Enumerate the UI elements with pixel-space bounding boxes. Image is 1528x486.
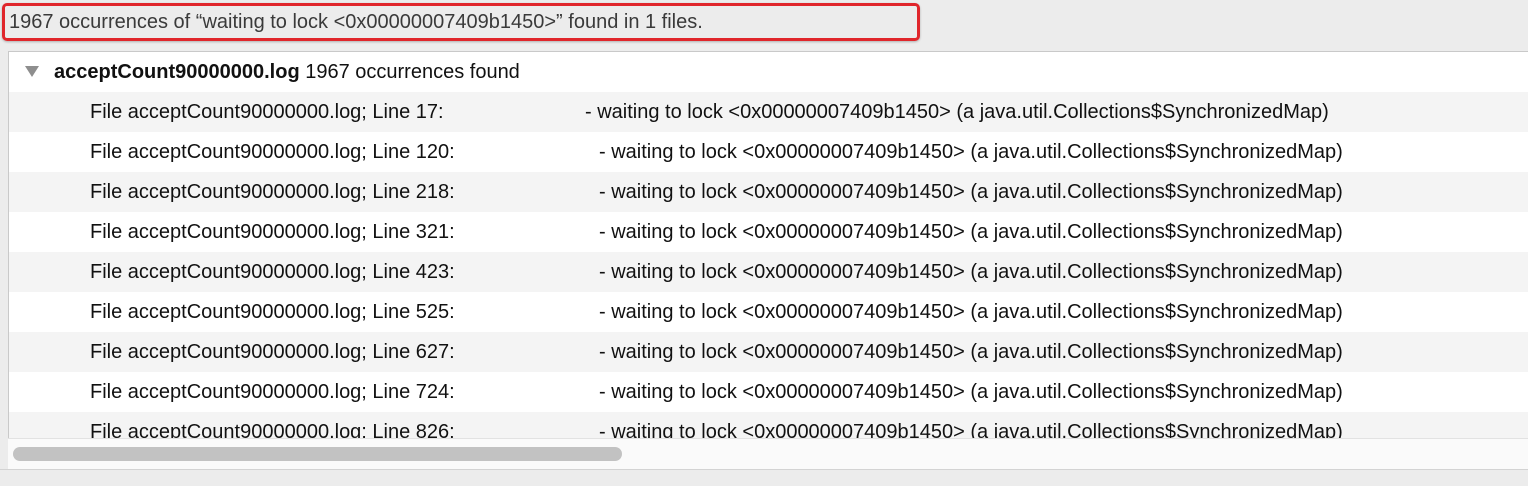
result-row[interactable]: File acceptCount90000000.log; Line 525: … — [9, 292, 1528, 332]
result-match-text: - waiting to lock <0x00000007409b1450> (… — [599, 301, 1343, 323]
result-match-text: - waiting to lock <0x00000007409b1450> (… — [599, 341, 1343, 363]
result-location: File acceptCount90000000.log; Line 525: — [90, 301, 455, 323]
search-summary-bar: 1967 occurrences of “waiting to lock <0x… — [0, 0, 1528, 46]
result-row[interactable]: File acceptCount90000000.log; Line 120: … — [9, 132, 1528, 172]
horizontal-scrollbar-thumb[interactable] — [13, 447, 622, 461]
result-match-text: - waiting to lock <0x00000007409b1450> (… — [599, 181, 1343, 203]
result-location: File acceptCount90000000.log; Line 218: — [90, 181, 455, 203]
result-row[interactable]: File acceptCount90000000.log; Line 724: … — [9, 372, 1528, 412]
horizontal-scrollbar[interactable] — [8, 438, 1528, 469]
result-location: File acceptCount90000000.log; Line 423: — [90, 261, 455, 283]
result-match-text: - waiting to lock <0x00000007409b1450> (… — [599, 381, 1343, 403]
result-location: File acceptCount90000000.log; Line 724: — [90, 381, 455, 403]
result-row[interactable]: File acceptCount90000000.log; Line 423: … — [9, 252, 1528, 292]
result-match-text: - waiting to lock <0x00000007409b1450> (… — [599, 261, 1343, 283]
disclosure-triangle-icon[interactable] — [25, 66, 39, 77]
result-rows: File acceptCount90000000.log; Line 17: -… — [9, 92, 1528, 452]
result-row[interactable]: File acceptCount90000000.log; Line 218: … — [9, 172, 1528, 212]
result-row[interactable]: File acceptCount90000000.log; Line 321: … — [9, 212, 1528, 252]
result-row[interactable]: File acceptCount90000000.log; Line 627: … — [9, 332, 1528, 372]
window-bottom-strip — [0, 469, 1528, 486]
find-results-window: 1967 occurrences of “waiting to lock <0x… — [0, 0, 1528, 486]
summary-highlight-annotation — [2, 3, 920, 41]
group-file-name: acceptCount90000000.log — [54, 61, 300, 83]
results-tree[interactable]: acceptCount90000000.log 1967 occurrences… — [8, 51, 1528, 469]
file-group-row[interactable]: acceptCount90000000.log 1967 occurrences… — [9, 52, 1528, 92]
result-row[interactable]: File acceptCount90000000.log; Line 17: -… — [9, 92, 1528, 132]
result-location: File acceptCount90000000.log; Line 627: — [90, 341, 455, 363]
result-match-text: - waiting to lock <0x00000007409b1450> (… — [585, 101, 1329, 123]
result-location: File acceptCount90000000.log; Line 17: — [90, 101, 444, 123]
result-location: File acceptCount90000000.log; Line 321: — [90, 221, 455, 243]
group-count: 1967 occurrences found — [305, 61, 520, 83]
result-match-text: - waiting to lock <0x00000007409b1450> (… — [599, 141, 1343, 163]
result-match-text: - waiting to lock <0x00000007409b1450> (… — [599, 221, 1343, 243]
result-location: File acceptCount90000000.log; Line 120: — [90, 141, 455, 163]
